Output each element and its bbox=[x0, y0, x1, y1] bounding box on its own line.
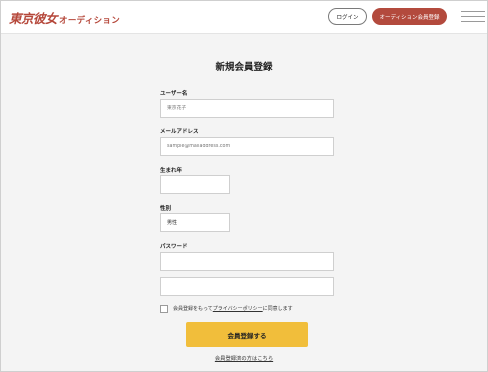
login-button[interactable]: ログイン bbox=[328, 8, 367, 25]
gender-select[interactable]: 男性 bbox=[160, 213, 230, 232]
username-input[interactable] bbox=[160, 99, 334, 118]
agree-suffix: に同意します bbox=[262, 306, 293, 312]
site-logo[interactable]: 東京彼女 オーディション bbox=[9, 8, 120, 26]
logo-sub-text: オーディション bbox=[59, 16, 121, 26]
password-input[interactable] bbox=[160, 252, 334, 271]
email-input[interactable] bbox=[160, 137, 334, 156]
existing-member-link[interactable]: 会員登録済の方はこちら bbox=[1, 354, 487, 362]
logo-main-text: 東京彼女 bbox=[9, 11, 58, 26]
hamburger-menu-icon[interactable] bbox=[461, 11, 485, 23]
privacy-policy-link[interactable]: プライバシーポリシー bbox=[213, 306, 263, 312]
audition-register-button[interactable]: オーディション会員登録 bbox=[372, 8, 447, 25]
username-label: ユーザー名 bbox=[160, 91, 188, 97]
email-label: メールアドレス bbox=[160, 129, 199, 135]
password-label: パスワード bbox=[160, 244, 188, 250]
password-confirm-input[interactable] bbox=[160, 277, 334, 296]
agree-checkbox[interactable] bbox=[160, 305, 168, 313]
header: 東京彼女 オーディション ログイン オーディション会員登録 bbox=[1, 1, 487, 34]
submit-register-button[interactable]: 会員登録する bbox=[186, 322, 308, 347]
page-frame: 東京彼女 オーディション ログイン オーディション会員登録 新規会員登録 ユーザ… bbox=[0, 0, 488, 372]
gender-label: 性別 bbox=[160, 206, 172, 212]
agree-prefix: 会員登録をもって bbox=[173, 306, 213, 312]
birth-year-label: 生まれ年 bbox=[160, 168, 183, 174]
birth-year-select[interactable] bbox=[160, 175, 230, 194]
agree-text: 会員登録をもってプライバシーポリシーに同意します bbox=[173, 305, 293, 313]
page-title: 新規会員登録 bbox=[215, 62, 273, 73]
